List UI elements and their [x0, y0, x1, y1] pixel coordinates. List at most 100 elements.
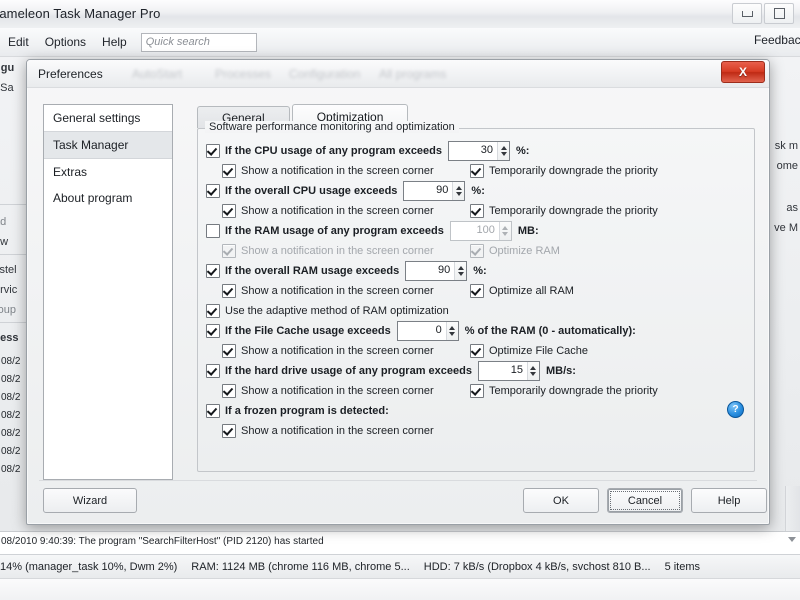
checkbox-ram-overall-optimize-all[interactable] — [470, 284, 484, 298]
checkbox-cpu-any-program[interactable] — [206, 144, 220, 158]
spinner-arrows-ram-overall[interactable] — [454, 262, 467, 280]
spinner-arrows-cpu-any-program[interactable] — [497, 142, 510, 160]
cancel-button[interactable]: Cancel — [607, 488, 683, 513]
menu-item-edit[interactable]: Edit — [0, 33, 37, 51]
spinner-value-ram-overall[interactable]: 90 — [406, 262, 454, 280]
option-row-ram-overall: If the overall RAM usage exceeds 90%: — [206, 261, 487, 281]
label-cpu-overall: If the overall CPU usage exceeds — [225, 185, 398, 197]
checkbox-hdd-any-program-notify[interactable] — [222, 384, 236, 398]
spinner-value-ram-any-program: 100 — [476, 224, 495, 236]
spinner-arrows-file-cache[interactable] — [445, 322, 458, 340]
spinner-file-cache[interactable]: 0 — [396, 321, 459, 341]
ghost-tab-autostart: AutoStart — [132, 67, 183, 81]
checkbox-hdd-any-program[interactable] — [206, 364, 220, 378]
bg-log-line: 08/2 — [1, 392, 21, 403]
option-row-ram-any-program-optimize: Optimize RAM — [470, 241, 560, 261]
checkbox-file-cache-optimize[interactable] — [470, 344, 484, 358]
sidebar-item-task-manager[interactable]: Task Manager — [44, 131, 172, 159]
unit-cpu-overall: %: — [471, 185, 485, 197]
checkbox-cpu-overall[interactable] — [206, 184, 220, 198]
preferences-dialog: Preferences AutoStart Processes Configur… — [26, 59, 770, 525]
bottom-strip — [0, 578, 800, 600]
bg-right-label-taskm: sk m — [774, 140, 798, 152]
checkbox-ram-overall[interactable] — [206, 264, 220, 278]
checkbox-hdd-any-program-downgrade[interactable] — [470, 384, 484, 398]
label-cpu-any-program-downgrade: Temporarily downgrade the priority — [489, 165, 658, 177]
spinner-arrows-cpu-overall[interactable] — [452, 182, 465, 200]
option-row-hdd-any-program-downgrade: Temporarily downgrade the priority — [470, 381, 658, 401]
checkbox-ram-any-program[interactable] — [206, 224, 220, 238]
bg-right-label-vem: ve M — [774, 222, 798, 234]
menu-item-options[interactable]: Options — [37, 33, 94, 51]
ghost-tab-configuration: Configuration — [289, 67, 361, 81]
bg-right-label-chrome: ome — [776, 160, 798, 172]
checkbox-frozen-program[interactable] — [206, 404, 220, 418]
spinner-ram-overall[interactable]: 90 — [405, 261, 468, 281]
label-cpu-any-program-notify: Show a notification in the screen corner — [241, 165, 434, 177]
option-row-file-cache-optimize: Optimize File Cache — [470, 341, 588, 361]
main-window-titlebar: hameleon Task Manager Pro — [0, 0, 800, 29]
restore-icon[interactable] — [764, 3, 794, 24]
bg-label-load: ad — [0, 216, 7, 228]
category-list: General settings Task Manager Extras Abo… — [43, 104, 173, 480]
spinner-value-file-cache[interactable]: 0 — [398, 322, 446, 340]
unit-file-cache: % of the RAM (0 - automatically): — [464, 325, 636, 337]
bg-log-line: 08/2 — [1, 374, 21, 385]
label-file-cache-optimize: Optimize File Cache — [489, 345, 589, 357]
close-icon[interactable]: X — [721, 61, 765, 83]
label-file-cache-notify: Show a notification in the screen corner — [241, 345, 434, 357]
minimize-icon[interactable] — [732, 3, 762, 24]
spinner-value-cpu-any-program[interactable]: 30 — [449, 142, 497, 160]
status-ram: RAM: 1124 MB (chrome 116 MB, chrome 5... — [191, 561, 410, 573]
feedback-link[interactable]: Feedback/ — [754, 33, 800, 47]
help-button[interactable]: Help — [691, 488, 767, 513]
checkbox-ram-any-program-optimize — [470, 244, 484, 258]
option-row-adaptive-ram-method: Use the adaptive method of RAM optimizat… — [206, 301, 449, 321]
checkbox-cpu-any-program-downgrade[interactable] — [470, 164, 484, 178]
checkbox-file-cache-notify[interactable] — [222, 344, 236, 358]
spinner-hdd-any-program[interactable]: 15 — [477, 361, 540, 381]
sidebar-item-label: About program — [53, 191, 133, 205]
main-window-title: hameleon Task Manager Pro — [0, 6, 161, 21]
bg-label-services: ervic — [0, 284, 18, 296]
spinner-value-cpu-overall[interactable]: 90 — [404, 182, 452, 200]
label-frozen-program: If a frozen program is detected: — [225, 405, 389, 417]
label-hdd-any-program-notify: Show a notification in the screen corner — [241, 385, 434, 397]
checkbox-cpu-overall-notify[interactable] — [222, 204, 236, 218]
checkbox-frozen-program-notify[interactable] — [222, 424, 236, 438]
checkbox-file-cache[interactable] — [206, 324, 220, 338]
spinner-arrows-hdd-any-program[interactable] — [526, 362, 539, 380]
optimization-group: ? If the CPU usage of any program exceed… — [197, 128, 755, 472]
label-cpu-any-program: If the CPU usage of any program exceeds — [225, 145, 443, 157]
unit-cpu-any-program: %: — [516, 145, 530, 157]
quick-search-input[interactable]: Quick search — [140, 32, 257, 52]
option-row-file-cache: If the File Cache usage exceeds 0 % of the… — [206, 321, 636, 341]
bg-label-config: figu — [0, 62, 15, 74]
checkbox-adaptive-ram-method[interactable] — [206, 304, 220, 318]
checkbox-ram-overall-notify[interactable] — [222, 284, 236, 298]
option-row-ram-any-program-notify: Show a notification in the screen corner — [222, 241, 434, 261]
menu-item-help[interactable]: Help — [94, 33, 135, 51]
checkbox-cpu-overall-downgrade[interactable] — [470, 204, 484, 218]
option-row-ram-overall-notify: Show a notification in the screen corner — [222, 281, 434, 301]
window-controls — [730, 3, 794, 24]
sidebar-item-about-program[interactable]: About program — [44, 185, 172, 211]
checkbox-ram-any-program-notify — [222, 244, 236, 258]
bg-log-line: 08/2 — [1, 428, 21, 439]
help-icon[interactable]: ? — [727, 401, 744, 418]
main-menubar: Edit Options Help Quick search Feedback/ — [0, 28, 800, 57]
spinner-cpu-overall[interactable]: 90 — [403, 181, 466, 201]
option-row-hdd-any-program-notify: Show a notification in the screen corner — [222, 381, 434, 401]
sidebar-item-extras[interactable]: Extras — [44, 159, 172, 185]
spinner-cpu-any-program[interactable]: 30 — [448, 141, 511, 161]
ok-button[interactable]: OK — [523, 488, 599, 513]
ghost-tab-processes: Processes — [215, 67, 272, 81]
bg-log-line: 08/2 — [1, 464, 21, 475]
event-log-text: 08/2010 9:40:39: The program "SearchFilt… — [1, 536, 324, 547]
unit-hdd-any-program: MB/s: — [545, 365, 576, 377]
scroll-down-icon[interactable] — [788, 537, 796, 542]
status-items: 5 items — [664, 561, 701, 573]
spinner-value-hdd-any-program[interactable]: 15 — [479, 362, 527, 380]
checkbox-cpu-any-program-notify[interactable] — [222, 164, 236, 178]
sidebar-item-general-settings[interactable]: General settings — [44, 105, 172, 131]
